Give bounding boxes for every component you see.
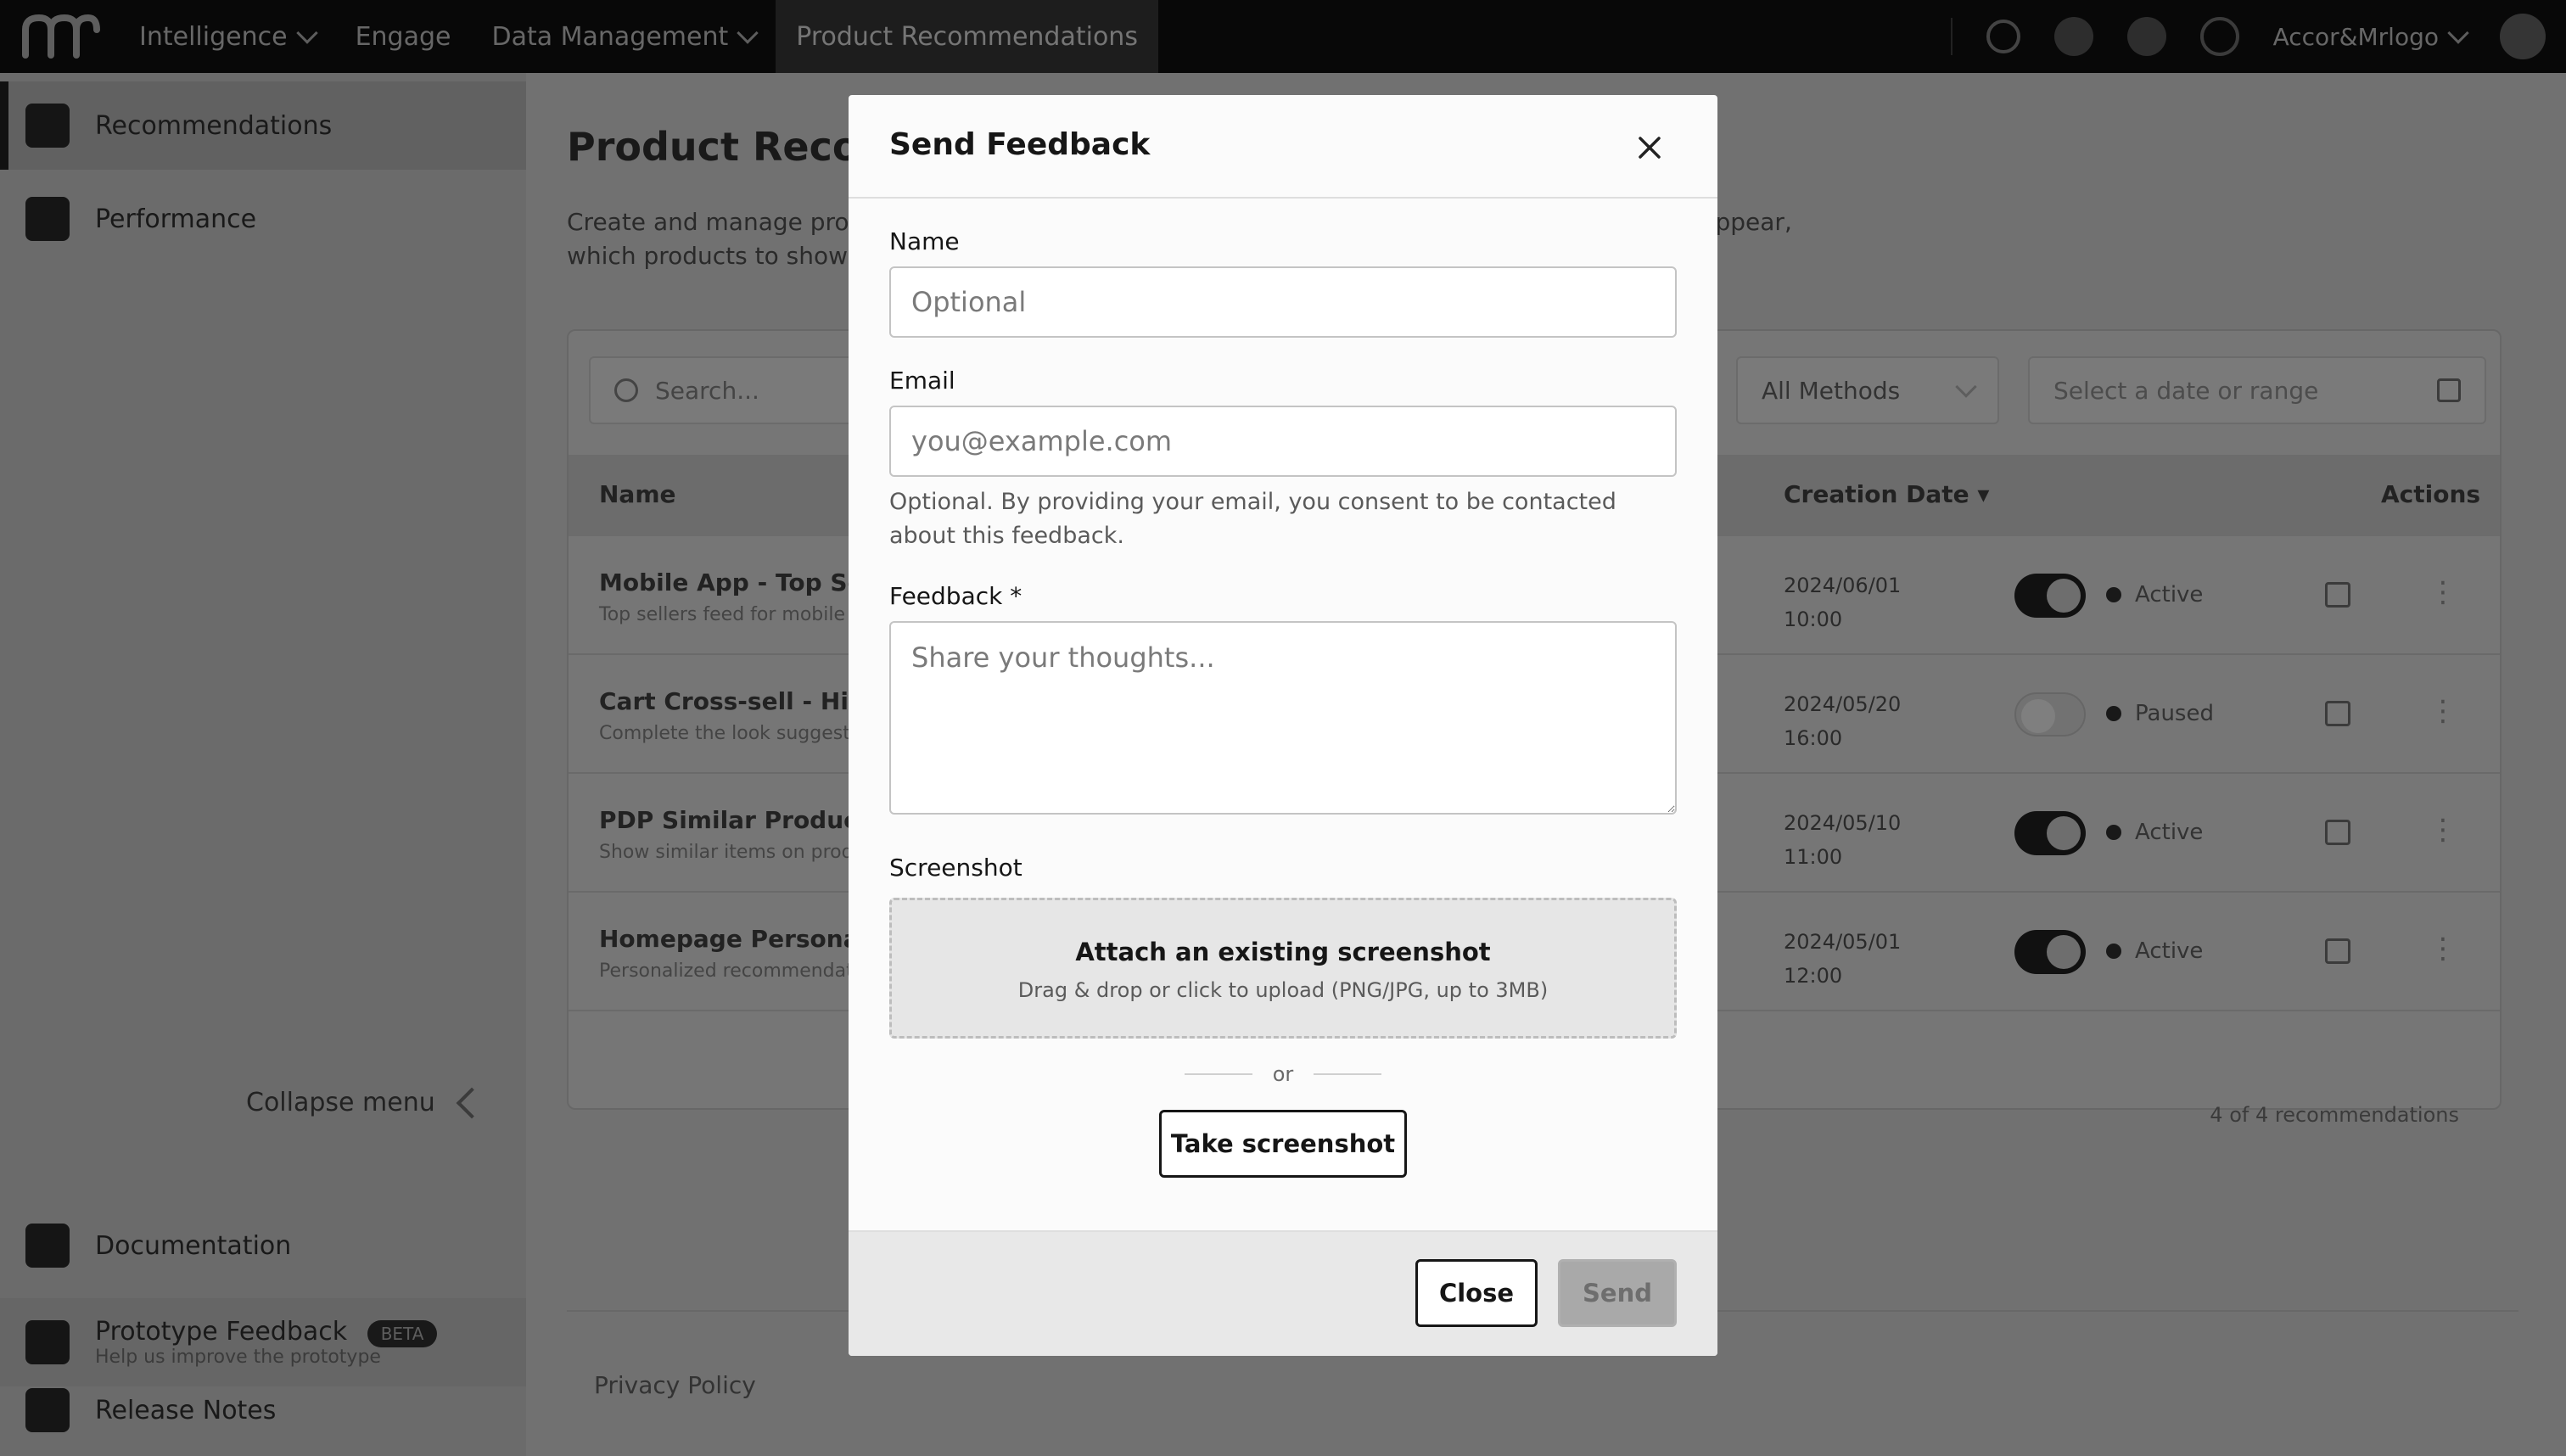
dialog-title: Send Feedback <box>889 127 1151 162</box>
or-text: or <box>1272 1062 1294 1086</box>
dropzone-subtitle: Drag & drop or click to upload (PNG/JPG,… <box>1017 978 1549 1002</box>
email-field[interactable] <box>889 406 1677 477</box>
or-divider: or <box>1185 1062 1381 1086</box>
send-feedback-dialog: Send Feedback Name Email Optional. By pr… <box>849 95 1717 1356</box>
divider-line <box>1314 1073 1381 1075</box>
email-helper-text: Optional. By providing your email, you c… <box>889 489 1616 549</box>
screenshot-label: Screenshot <box>889 854 1022 882</box>
close-button[interactable]: Close <box>1415 1259 1538 1327</box>
dialog-footer: Close Send <box>849 1230 1717 1356</box>
email-label: Email <box>889 367 955 395</box>
divider-line <box>1185 1073 1252 1075</box>
screenshot-dropzone[interactable]: Attach an existing screenshot Drag & dro… <box>889 898 1677 1039</box>
feedback-label: Feedback * <box>889 582 1022 610</box>
send-button[interactable]: Send <box>1558 1259 1677 1327</box>
name-field[interactable] <box>889 266 1677 338</box>
close-icon[interactable] <box>1629 127 1670 168</box>
dropzone-title: Attach an existing screenshot <box>1075 938 1491 966</box>
take-screenshot-button[interactable]: Take screenshot <box>1159 1110 1407 1178</box>
feedback-textarea[interactable] <box>889 621 1677 815</box>
dialog-header: Send Feedback <box>849 95 1717 199</box>
name-label: Name <box>889 227 960 255</box>
